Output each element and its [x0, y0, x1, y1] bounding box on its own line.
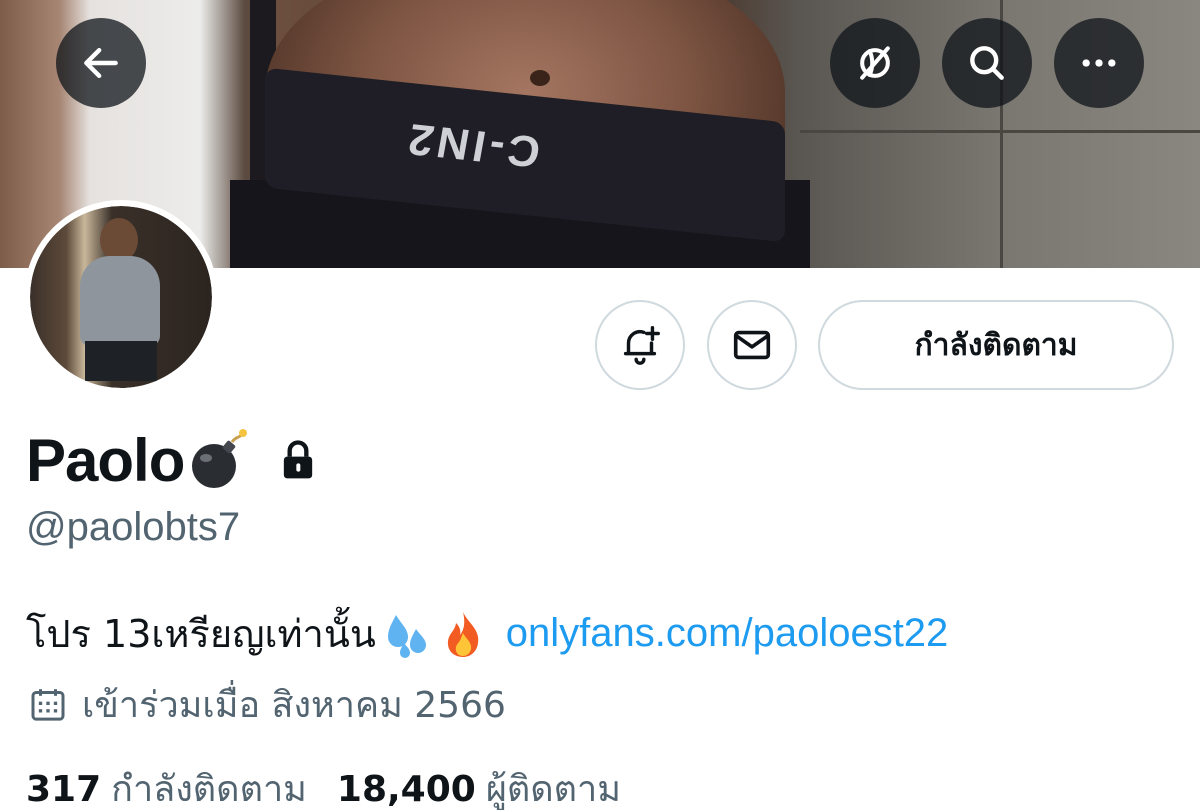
translate-off-icon	[860, 46, 890, 80]
bio: โปร 13เหรียญเท่านั้น onlyfans.com/paoloe…	[26, 603, 948, 664]
banner-brand-text: C-IN2	[400, 113, 545, 177]
lock-icon	[284, 440, 313, 479]
followers-link[interactable]: 18,400 ผู้ติดตาม	[337, 760, 621, 810]
fire-emoji	[447, 611, 479, 657]
notify-button[interactable]	[595, 300, 685, 390]
more-horizontal-icon	[1082, 59, 1116, 67]
following-button[interactable]: กำลังติดตาม	[818, 300, 1174, 390]
banner-detail	[530, 70, 550, 86]
bomb-emoji	[192, 429, 248, 488]
user-handle: @paolobts7	[26, 505, 241, 549]
back-button[interactable]	[56, 18, 146, 108]
more-button[interactable]	[1054, 18, 1144, 108]
followers-label: ผู้ติดตาม	[485, 769, 621, 810]
calendar-icon	[31, 688, 65, 721]
bio-text: โปร 13เหรียญเท่านั้น	[26, 612, 376, 656]
translate-button[interactable]	[830, 18, 920, 108]
search-button[interactable]	[942, 18, 1032, 108]
bio-link[interactable]: onlyfans.com/paoloest22	[506, 611, 949, 656]
joined-date: เข้าร่วมเมื่อ สิงหาคม 2566	[28, 676, 506, 733]
avatar[interactable]	[24, 200, 218, 394]
following-link[interactable]: 317 กำลังติดตาม	[26, 760, 307, 810]
following-label: กำลังติดตาม	[111, 769, 307, 810]
name-row: Paolo	[26, 420, 318, 500]
mail-icon	[733, 330, 771, 360]
avatar-shorts	[85, 341, 157, 381]
following-count: 317	[26, 769, 102, 810]
message-button[interactable]	[707, 300, 797, 390]
joined-text: เข้าร่วมเมื่อ สิงหาคม 2566	[82, 685, 506, 726]
banner-tile-line	[800, 130, 1200, 133]
search-icon	[970, 46, 1004, 80]
display-name: Paolo	[26, 426, 185, 494]
follow-stats: 317 กำลังติดตาม 18,400 ผู้ติดตาม	[26, 760, 621, 810]
bell-plus-icon	[623, 326, 660, 365]
followers-count: 18,400	[336, 769, 476, 810]
avatar-body	[80, 256, 160, 346]
arrow-left-icon	[84, 47, 118, 79]
sweat-droplets-emoji	[387, 614, 426, 658]
